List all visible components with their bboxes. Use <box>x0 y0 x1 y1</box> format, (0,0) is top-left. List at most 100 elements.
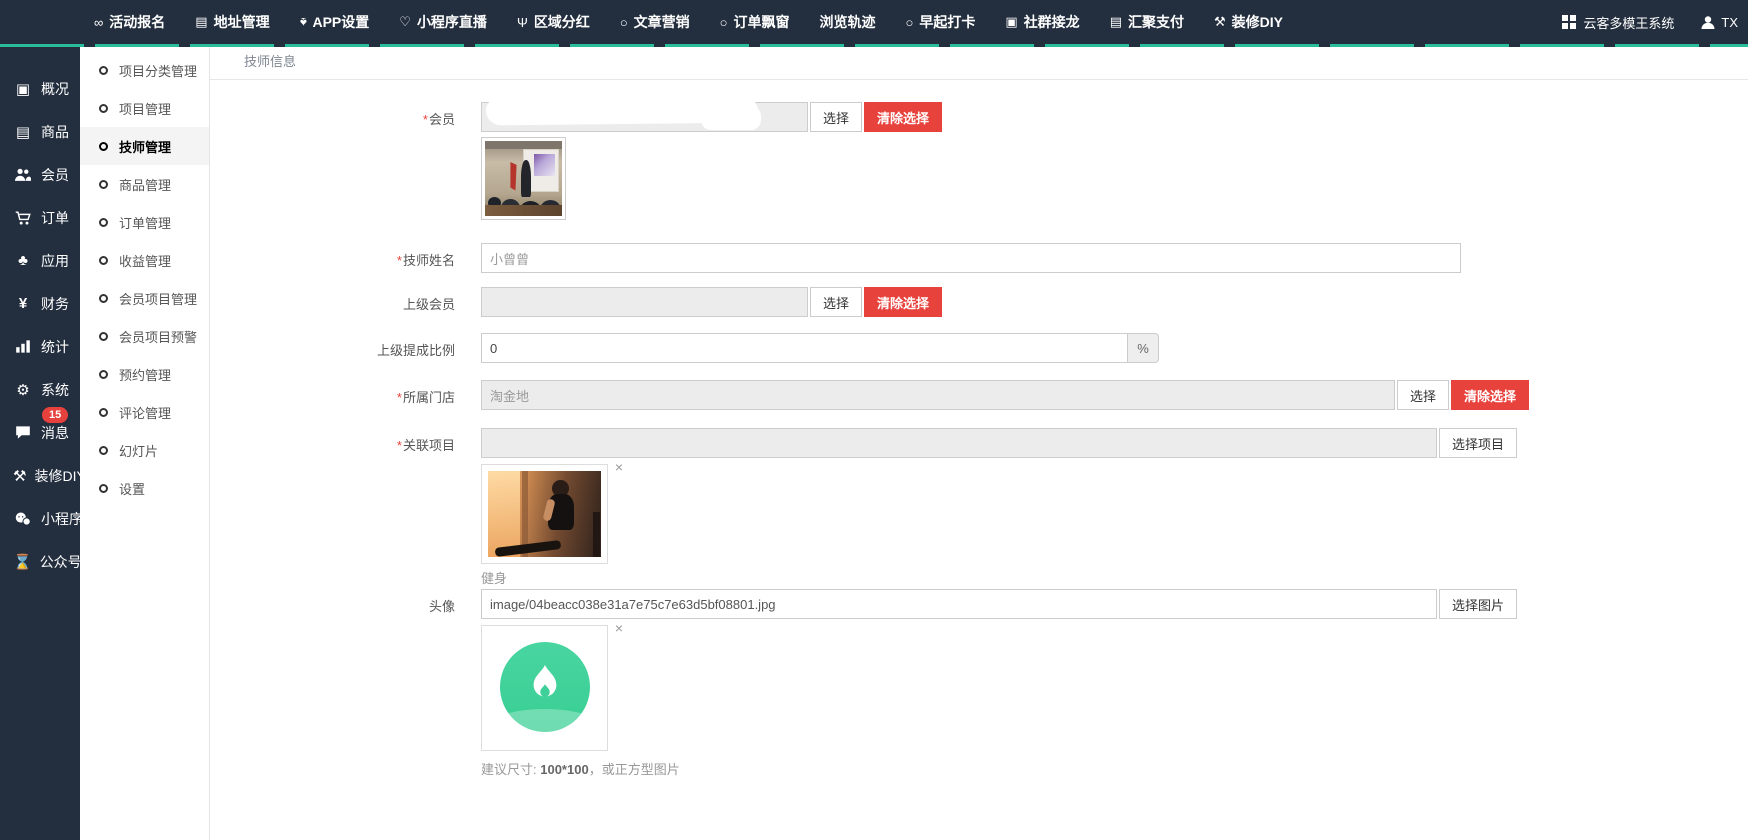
sidebar-item-apps[interactable]: ♣ 应用 <box>0 239 80 282</box>
form-row-member: *会员 选择 清除选择 <box>210 102 1748 220</box>
submenu-item-project-category[interactable]: 项目分类管理 <box>80 51 209 89</box>
sidebar-label: 概况 <box>41 79 69 99</box>
submenu-item-technician-management[interactable]: 技师管理 <box>80 127 209 165</box>
squares-logo-icon <box>1562 15 1576 29</box>
submenu-item-member-project-warning[interactable]: 会员项目预警 <box>80 317 209 355</box>
sidebar-item-system[interactable]: ⚙ 系统 <box>0 368 80 411</box>
submenu-item-order-management[interactable]: 订单管理 <box>80 203 209 241</box>
parent-commission-input[interactable] <box>481 333 1128 363</box>
sidebar-item-members[interactable]: 会员 <box>0 153 80 196</box>
user-menu[interactable]: TX <box>1700 15 1738 30</box>
submenu-item-comment-management[interactable]: 评论管理 <box>80 393 209 431</box>
submenu-item-goods-management[interactable]: 商品管理 <box>80 165 209 203</box>
nav-item-activity-signup[interactable]: ∞活动报名 <box>94 12 165 32</box>
nav-label: 订单飘窗 <box>734 12 790 32</box>
gym-photo <box>488 471 601 557</box>
sidebar-label: 公众号 <box>40 552 82 572</box>
submenu-label: 幻灯片 <box>119 441 158 460</box>
nav-item-group-relay[interactable]: ▣社群接龙 <box>1005 12 1079 32</box>
tab-technician-info[interactable]: 技师信息 <box>244 51 296 79</box>
nav-item-miniprogram-live[interactable]: ♡小程序直播 <box>399 12 487 32</box>
linked-project-input[interactable] <box>481 428 1437 458</box>
yen-icon: ¥ <box>13 295 33 312</box>
ring-icon <box>99 218 108 227</box>
main-sidebar: ▣概况 ▤商品 会员 订单 ♣ 应用 ¥ 财务 统计 ⚙ 系统 消息 15 ⚒装修DI… <box>0 47 80 840</box>
sidebar-item-finance[interactable]: ¥ 财务 <box>0 282 80 325</box>
technician-form: *会员 选择 清除选择 <box>210 80 1748 778</box>
submenu-label: 订单管理 <box>119 213 171 232</box>
submenu-item-appointment-management[interactable]: 预约管理 <box>80 355 209 393</box>
hammer-icon: ⚒ <box>13 467 26 485</box>
technician-name-input[interactable] <box>481 243 1461 273</box>
submenu-label: 项目管理 <box>119 99 171 118</box>
sidebar-label: 财务 <box>41 294 69 314</box>
sidebar-label: 系统 <box>41 380 69 400</box>
main-content: 技师信息 *会员 选择 清除选择 <box>209 47 1748 840</box>
sidebar-item-messages[interactable]: 消息 15 <box>0 411 80 454</box>
sidebar-item-orders[interactable]: 订单 <box>0 196 80 239</box>
link-icon: ∞ <box>94 15 103 30</box>
nav-item-huiju-pay[interactable]: ▤汇聚支付 <box>1110 12 1184 32</box>
project-select-button[interactable]: 选择项目 <box>1439 428 1517 458</box>
nav-item-order-popup[interactable]: ○ 订单飘窗 <box>720 12 790 32</box>
nav-item-app-settings[interactable]: ♠ APP设置 <box>300 12 370 32</box>
remove-project-image-icon[interactable]: × <box>615 460 623 474</box>
nav-label: 汇聚支付 <box>1128 12 1184 32</box>
nav-item-region-dividend[interactable]: Ψ区域分红 <box>517 12 590 32</box>
sidebar-item-official-account[interactable]: ⌛公众号 <box>0 540 80 583</box>
user-icon <box>1700 15 1716 30</box>
required-mark: * <box>423 112 428 127</box>
wave-decoration <box>500 709 590 732</box>
circle-icon: ○ <box>620 15 628 30</box>
circle-icon: ○ <box>720 15 728 30</box>
store-clear-button[interactable]: 清除选择 <box>1451 380 1529 410</box>
member-select-button[interactable]: 选择 <box>810 102 862 132</box>
ring-icon <box>99 408 108 417</box>
parent-clear-button[interactable]: 清除选择 <box>864 287 942 317</box>
parent-member-label: 上级会员 <box>210 287 455 317</box>
store-select-button[interactable]: 选择 <box>1397 380 1449 410</box>
username: TX <box>1721 15 1738 30</box>
submenu-item-project-management[interactable]: 项目管理 <box>80 89 209 127</box>
submenu-item-member-project-management[interactable]: 会员项目管理 <box>80 279 209 317</box>
parent-commission-label: 上级提成比例 <box>210 333 455 363</box>
sidebar-label: 装修DIY <box>34 466 85 486</box>
nav-item-article-marketing[interactable]: ○文章营销 <box>620 12 690 32</box>
brand[interactable]: 云客多模王系统 <box>1562 13 1674 32</box>
secondary-sidebar: 项目分类管理 项目管理 技师管理 商品管理 订单管理 收益管理 会员项目管理 会… <box>80 47 209 840</box>
nav-item-early-checkin[interactable]: ○早起打卡 <box>906 12 976 32</box>
ring-icon <box>99 256 108 265</box>
apps-icon: ♣ <box>13 252 33 269</box>
sidebar-item-miniprogram[interactable]: 小程序 <box>0 497 80 540</box>
sidebar-item-goods[interactable]: ▤商品 <box>0 110 80 153</box>
gear-icon: ⚙ <box>13 381 33 399</box>
admin-page: ∞活动报名 ▤地址管理 ♠ APP设置 ♡小程序直播 Ψ区域分红 ○文章营销 ○ 订… <box>0 0 1748 840</box>
member-clear-button[interactable]: 清除选择 <box>864 102 942 132</box>
sidebar-label: 应用 <box>41 251 69 271</box>
submenu-item-slideshow[interactable]: 幻灯片 <box>80 431 209 469</box>
nav-item-browse-track[interactable]: 浏览轨迹 <box>820 12 876 32</box>
sidebar-item-statistics[interactable]: 统计 <box>0 325 80 368</box>
avatar-select-image-button[interactable]: 选择图片 <box>1439 589 1517 619</box>
avatar-size-hint: 建议尺寸: 100*100，或正方型图片 <box>481 759 1517 778</box>
nav-item-address-management[interactable]: ▤地址管理 <box>195 12 269 32</box>
sidebar-item-overview[interactable]: ▣概况 <box>0 67 80 110</box>
submenu-item-settings[interactable]: 设置 <box>80 469 209 507</box>
form-row-linked-project: *关联项目 选择项目 <box>210 428 1748 587</box>
nav-label: APP设置 <box>312 12 369 32</box>
nav-item-decorate-diy[interactable]: ⚒装修DIY <box>1214 12 1283 32</box>
parent-select-button[interactable]: 选择 <box>810 287 862 317</box>
submenu-item-revenue-management[interactable]: 收益管理 <box>80 241 209 279</box>
ring-icon <box>99 142 108 151</box>
conference-photo <box>485 141 562 216</box>
parent-member-input[interactable] <box>481 287 808 317</box>
store-input[interactable] <box>481 380 1395 410</box>
avatar-path-input[interactable] <box>481 589 1437 619</box>
sidebar-item-decorate-diy[interactable]: ⚒装修DIY <box>0 454 80 497</box>
nav-label: 浏览轨迹 <box>820 12 876 32</box>
apple-icon: ♠ <box>300 15 307 30</box>
nav-label: 装修DIY <box>1232 12 1283 32</box>
submenu-label: 收益管理 <box>119 251 171 270</box>
form-row-avatar: 头像 选择图片 <box>210 589 1748 778</box>
remove-avatar-image-icon[interactable]: × <box>615 621 623 635</box>
